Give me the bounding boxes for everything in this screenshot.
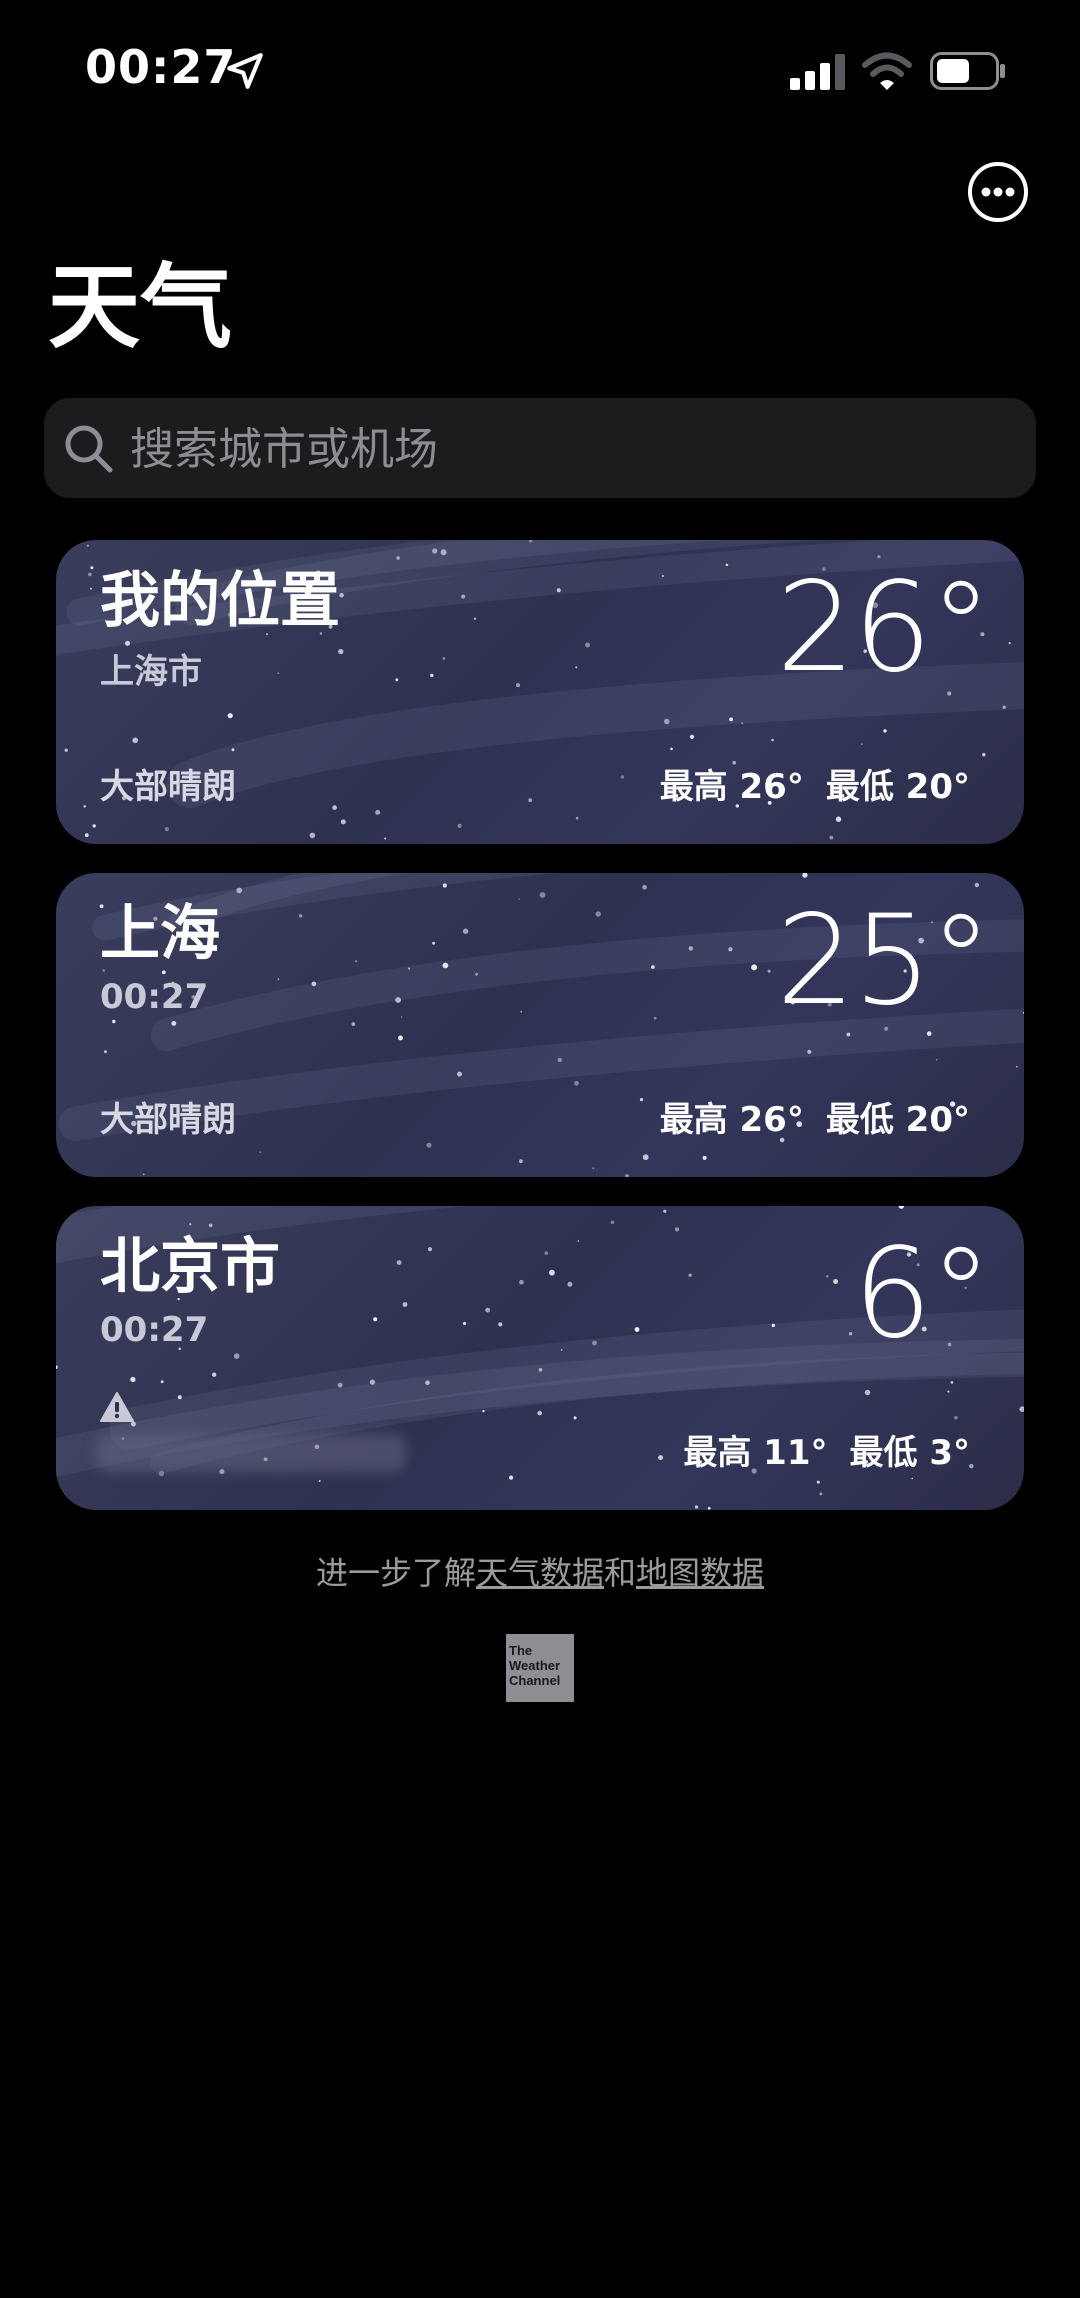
logo-line: Weather	[509, 1658, 561, 1673]
city-card-subtitle: 上海市	[100, 652, 202, 692]
search-box[interactable]	[44, 398, 1036, 500]
battery-icon	[930, 52, 1005, 90]
search-icon	[65, 425, 113, 473]
warning-icon	[100, 1392, 134, 1422]
city-card-low: 最低 20°	[825, 1100, 970, 1140]
page-title: 天气	[48, 254, 233, 361]
status-bar: 00:27	[0, 0, 1080, 140]
city-card-time: 00:27	[100, 1310, 209, 1350]
map-data-link[interactable]: 地图数据	[636, 1554, 764, 1592]
logo-line: Channel	[509, 1673, 561, 1688]
location-arrow-icon	[227, 53, 263, 89]
city-card-temperature: 26°	[776, 556, 992, 700]
city-card-time: 00:27	[100, 977, 209, 1017]
city-card-condition: 大部晴朗	[100, 767, 236, 807]
wifi-icon	[862, 52, 912, 90]
city-card-high: 最高 26°	[659, 1100, 804, 1140]
status-time: 00:27	[85, 40, 237, 94]
city-card-condition: 大部晴朗	[100, 1100, 236, 1140]
city-card-title: 上海	[100, 899, 220, 969]
search-input[interactable]	[128, 398, 1012, 500]
weather-channel-logo[interactable]: The Weather Channel	[506, 1634, 574, 1702]
city-card-beijing[interactable]: 北京市 00:27 6° 最高 11° 最低 3°	[56, 1206, 1024, 1510]
city-card-high: 最高 26°	[659, 767, 804, 807]
signal-icon	[790, 54, 845, 90]
city-card-low: 最低 3°	[849, 1433, 971, 1473]
city-card-high-low: 最高 26° 最低 20°	[660, 759, 970, 808]
city-card-high-low: 最高 11° 最低 3°	[683, 1425, 970, 1474]
city-card-high-low: 最高 26° 最低 20°	[660, 1092, 970, 1141]
footer-connector: 和	[604, 1554, 637, 1592]
footer-info: 进一步了解天气数据和地图数据	[0, 1548, 1080, 1594]
footer-prefix: 进一步了解	[315, 1554, 476, 1592]
city-card-temperature: 25°	[776, 889, 992, 1033]
more-options-button[interactable]	[967, 161, 1029, 223]
city-card-title: 北京市	[100, 1232, 280, 1302]
city-card-temperature: 6°	[853, 1222, 992, 1366]
weather-data-link[interactable]: 天气数据	[476, 1554, 604, 1592]
city-card-title: 我的位置	[100, 566, 340, 636]
logo-line: The	[509, 1643, 533, 1658]
city-card-high: 最高 11°	[683, 1433, 828, 1473]
city-card-low: 最低 20°	[825, 767, 970, 807]
city-card-my-location[interactable]: 我的位置 上海市 26° 大部晴朗 最高 26° 最低 20°	[56, 540, 1024, 844]
city-card-shanghai[interactable]: 上海 00:27 25° 大部晴朗 最高 26° 最低 20°	[56, 873, 1024, 1177]
blurred-alert-text	[96, 1434, 406, 1472]
